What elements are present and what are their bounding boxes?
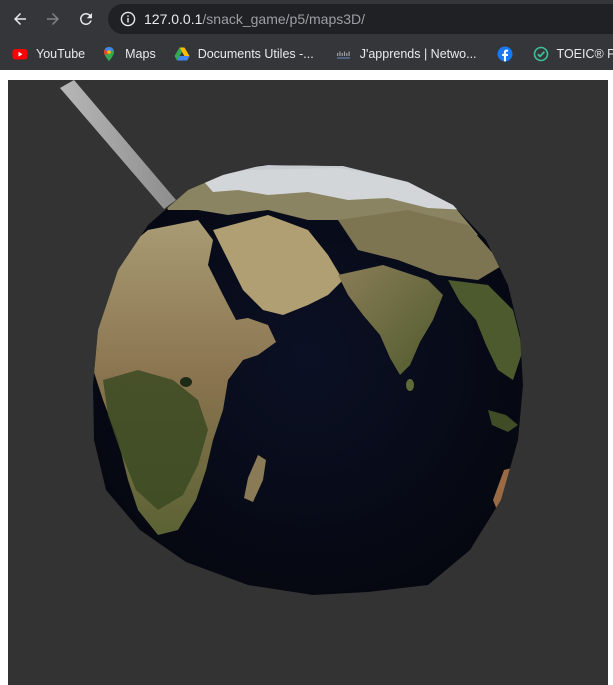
earth-globe xyxy=(93,165,523,595)
bookmarks-bar: YouTube Maps Documents Utiles -... J'app… xyxy=(0,37,613,70)
arrow-left-icon xyxy=(14,13,26,25)
toeic-check-icon xyxy=(533,46,549,62)
forward-button[interactable] xyxy=(41,7,65,31)
info-icon[interactable] xyxy=(120,11,136,27)
page-margin xyxy=(0,70,613,80)
url-path: /snack_game/p5/maps3D/ xyxy=(202,11,366,27)
facebook-icon xyxy=(497,46,513,62)
bookmark-maps[interactable]: Maps xyxy=(91,41,162,67)
reload-icon xyxy=(79,12,92,25)
back-button[interactable] xyxy=(8,7,32,31)
p5-canvas[interactable] xyxy=(8,80,608,685)
bookmark-label: TOEIC® Prep- A xyxy=(556,46,613,61)
browser-toolbar: 127.0.0.1/snack_game/p5/maps3D/ xyxy=(0,0,613,37)
axis-rod xyxy=(60,80,176,209)
url-host: 127.0.0.1 xyxy=(144,11,203,27)
bookmark-label: Documents Utiles -... xyxy=(197,46,314,61)
cisco-icon xyxy=(336,46,352,62)
bookmark-toeic[interactable]: TOEIC® Prep- A xyxy=(527,41,613,67)
bookmark-label: Maps xyxy=(125,46,156,61)
address-bar[interactable]: 127.0.0.1/snack_game/p5/maps3D/ xyxy=(108,4,613,34)
google-maps-icon xyxy=(101,46,117,62)
google-drive-icon xyxy=(174,46,190,62)
arrow-right-icon xyxy=(47,13,59,25)
youtube-icon xyxy=(12,46,28,62)
bookmark-label: J'apprends | Netwo... xyxy=(359,46,477,61)
reload-button[interactable] xyxy=(74,7,98,31)
island-sri-lanka xyxy=(406,379,414,391)
bookmark-japprends[interactable]: J'apprends | Netwo... xyxy=(320,41,483,67)
bookmark-documents-utiles[interactable]: Documents Utiles -... xyxy=(162,41,320,67)
bookmark-youtube[interactable]: YouTube xyxy=(0,41,91,67)
bookmark-label: YouTube xyxy=(36,46,86,61)
globe-scene xyxy=(60,80,523,595)
bookmark-facebook[interactable] xyxy=(483,41,527,67)
